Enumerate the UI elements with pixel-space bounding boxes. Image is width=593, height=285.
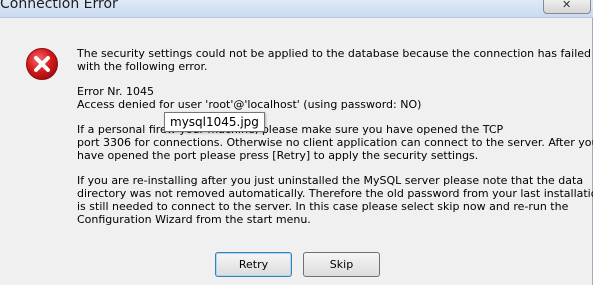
error-detail: Access denied for user 'root'@'localhost… <box>77 98 422 111</box>
retry-button[interactable]: Retry <box>215 252 292 277</box>
message-line-2: with the following error. <box>77 60 208 73</box>
close-icon: ✕ <box>562 0 572 11</box>
message-line-6: port 3306 for connections. Otherwise no … <box>77 136 593 149</box>
window-title: Connection Error <box>0 0 118 12</box>
skip-button[interactable]: Skip <box>303 252 380 277</box>
close-button[interactable]: ✕ <box>543 0 591 14</box>
message-line-5: If a personal firew your machine, please… <box>77 123 504 136</box>
message-line-9: directory was not removed automatically.… <box>77 187 593 200</box>
title-bar: Connection Error ✕ <box>0 0 593 18</box>
message-line-1: The security settings could not be appli… <box>77 47 591 60</box>
message-line-11: Configuration Wizard from the start menu… <box>77 213 311 226</box>
error-number: Error Nr. 1045 <box>77 85 155 98</box>
error-dialog: Connection Error ✕ The security settings… <box>0 0 593 285</box>
message-line-7: have opened the port please press [Retry… <box>77 149 479 162</box>
error-icon <box>25 47 59 81</box>
filename-tooltip: mysql1045.jpg <box>164 112 265 132</box>
message-line-10: is still needed to connect to the server… <box>77 200 569 213</box>
message-line-8: If you are re-installing after you just … <box>77 174 584 187</box>
